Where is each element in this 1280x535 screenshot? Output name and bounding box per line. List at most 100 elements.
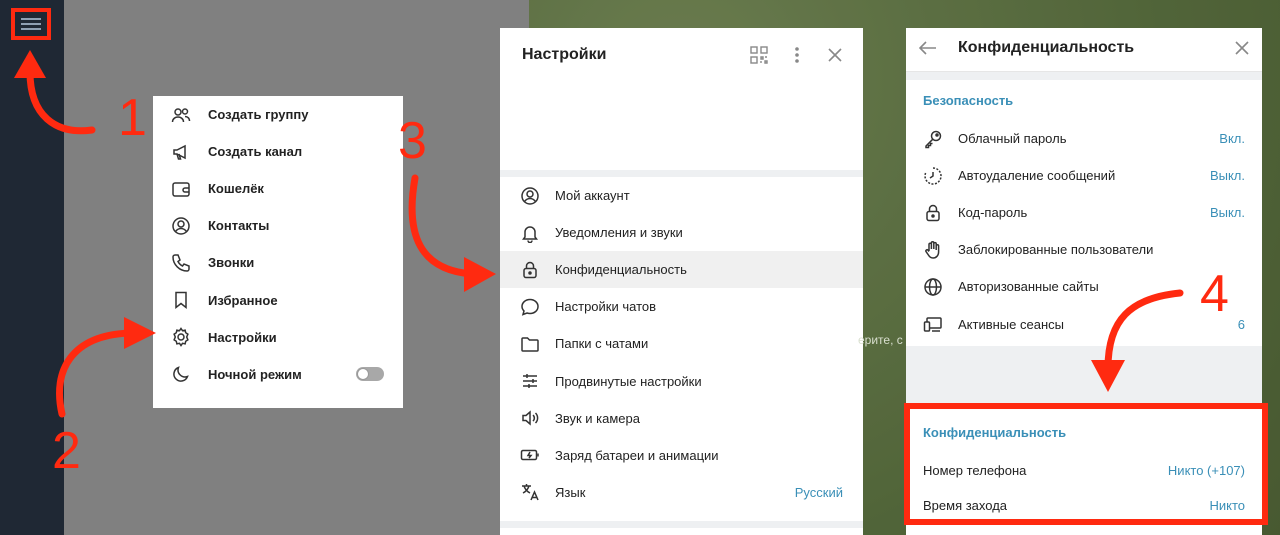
settings-item-label: Настройки чатов bbox=[555, 299, 657, 315]
menu-item-label: Избранное bbox=[208, 292, 278, 308]
megaphone-icon bbox=[171, 142, 191, 162]
timer-icon bbox=[923, 166, 943, 186]
qr-code-icon[interactable] bbox=[749, 45, 769, 65]
settings-item-language[interactable]: Язык Русский bbox=[500, 474, 863, 511]
menu-item-label: Создать канал bbox=[208, 144, 303, 160]
security-item-label: Авторизованные сайты bbox=[958, 279, 1099, 295]
hamburger-menu-button[interactable] bbox=[11, 8, 51, 40]
annotation-number-3: 3 bbox=[398, 112, 427, 170]
night-mode-toggle[interactable] bbox=[356, 367, 384, 382]
close-icon[interactable] bbox=[825, 45, 845, 65]
settings-panel: Настройки Мой аккаунт Уведомления и звук… bbox=[500, 28, 863, 535]
security-item-label: Заблокированные пользователи bbox=[958, 242, 1154, 258]
privacy-section: Конфиденциальность Номер телефона Никто … bbox=[906, 406, 1262, 535]
settings-item-label: Мой аккаунт bbox=[555, 188, 630, 204]
security-section-label: Безопасность bbox=[923, 92, 1014, 108]
security-item-passcode[interactable]: Код-пароль Выкл. bbox=[906, 194, 1262, 231]
language-value: Русский bbox=[794, 484, 843, 500]
privacy-item-label: Номер телефона bbox=[923, 463, 1027, 478]
annotation-number-2: 2 bbox=[52, 422, 81, 480]
hamburger-icon bbox=[21, 18, 41, 30]
privacy-item-last-seen[interactable]: Время захода Никто bbox=[906, 488, 1262, 523]
chat-bubble-icon bbox=[520, 297, 540, 317]
battery-icon bbox=[520, 445, 540, 465]
security-item-blocked-users[interactable]: Заблокированные пользователи bbox=[906, 231, 1262, 268]
security-item-value: Выкл. bbox=[1209, 168, 1245, 184]
menu-item-create-group[interactable]: Создать группу bbox=[153, 96, 403, 133]
menu-item-settings[interactable]: Настройки bbox=[153, 319, 403, 356]
translate-icon bbox=[520, 482, 540, 502]
settings-title: Настройки bbox=[522, 46, 607, 63]
chat-hint-text: ерите, с bbox=[858, 333, 903, 347]
main-menu: Создать группу Создать канал Кошелёк Кон… bbox=[153, 96, 403, 408]
menu-item-night-mode[interactable]: Ночной режим bbox=[153, 356, 403, 393]
security-item-value: Вкл. bbox=[1219, 131, 1245, 147]
lock-icon bbox=[923, 203, 943, 223]
security-item-label: Код-пароль bbox=[958, 205, 1028, 221]
security-item-value: Выкл. bbox=[1209, 205, 1245, 221]
settings-item-label: Продвинутые настройки bbox=[555, 373, 702, 389]
settings-item-label: Язык bbox=[555, 484, 586, 500]
sliders-icon bbox=[520, 371, 540, 391]
menu-item-create-channel[interactable]: Создать канал bbox=[153, 133, 403, 170]
more-options-icon[interactable] bbox=[787, 45, 807, 65]
moon-icon bbox=[171, 364, 191, 384]
settings-item-label: Конфиденциальность bbox=[555, 262, 687, 278]
privacy-item-value: Никто bbox=[1209, 498, 1245, 513]
close-icon[interactable] bbox=[1232, 38, 1252, 58]
settings-item-label: Уведомления и звуки bbox=[555, 225, 683, 241]
hand-icon bbox=[923, 240, 943, 260]
menu-item-label: Кошелёк bbox=[208, 181, 264, 197]
settings-item-folders[interactable]: Папки с чатами bbox=[500, 325, 863, 362]
security-item-cloud-password[interactable]: Облачный пароль Вкл. bbox=[906, 120, 1262, 157]
gear-icon bbox=[171, 327, 191, 347]
settings-list: Мой аккаунт Уведомления и звуки Конфиден… bbox=[500, 177, 863, 521]
settings-item-label: Папки с чатами bbox=[555, 336, 649, 352]
privacy-section-label: Конфиденциальность bbox=[923, 425, 1067, 440]
key-icon bbox=[923, 129, 943, 149]
settings-item-chat-settings[interactable]: Настройки чатов bbox=[500, 288, 863, 325]
privacy-title: Конфиденциальность bbox=[958, 39, 1135, 56]
settings-item-notifications[interactable]: Уведомления и звуки bbox=[500, 214, 863, 251]
menu-item-calls[interactable]: Звонки bbox=[153, 244, 403, 281]
account-icon bbox=[520, 186, 540, 206]
contact-icon bbox=[171, 216, 191, 236]
settings-item-label: Заряд батареи и анимации bbox=[555, 447, 719, 463]
settings-item-sound-camera[interactable]: Звук и камера bbox=[500, 400, 863, 437]
settings-footer bbox=[500, 528, 863, 535]
menu-item-label: Создать группу bbox=[208, 107, 309, 123]
menu-item-label: Ночной режим bbox=[208, 366, 302, 382]
settings-header: Настройки bbox=[500, 28, 863, 170]
menu-item-label: Контакты bbox=[208, 218, 270, 234]
security-item-value: 6 bbox=[1237, 316, 1245, 332]
speaker-icon bbox=[520, 408, 540, 428]
security-item-label: Автоудаление сообщений bbox=[958, 168, 1116, 184]
privacy-item-phone-number[interactable]: Номер телефона Никто (+107) bbox=[906, 453, 1262, 488]
annotation-number-1: 1 bbox=[118, 89, 147, 147]
group-icon bbox=[171, 105, 191, 125]
annotation-number-4: 4 bbox=[1200, 265, 1229, 323]
menu-item-contacts[interactable]: Контакты bbox=[153, 207, 403, 244]
settings-item-label: Звук и камера bbox=[555, 410, 640, 426]
folder-icon bbox=[520, 334, 540, 354]
globe-icon bbox=[923, 277, 943, 297]
security-item-auto-delete[interactable]: Автоудаление сообщений Выкл. bbox=[906, 157, 1262, 194]
phone-icon bbox=[171, 253, 191, 273]
settings-item-my-account[interactable]: Мой аккаунт bbox=[500, 177, 863, 214]
menu-item-wallet[interactable]: Кошелёк bbox=[153, 170, 403, 207]
settings-item-advanced[interactable]: Продвинутые настройки bbox=[500, 362, 863, 399]
security-item-label: Активные сеансы bbox=[958, 316, 1064, 332]
back-arrow-icon[interactable] bbox=[918, 38, 938, 58]
menu-item-label: Звонки bbox=[208, 255, 255, 271]
bell-icon bbox=[520, 223, 540, 243]
settings-item-battery[interactable]: Заряд батареи и анимации bbox=[500, 437, 863, 474]
privacy-item-label: Время захода bbox=[923, 498, 1008, 513]
devices-icon bbox=[923, 314, 943, 334]
settings-item-privacy[interactable]: Конфиденциальность bbox=[500, 251, 863, 289]
bookmark-icon bbox=[171, 290, 191, 310]
privacy-item-value: Никто (+107) bbox=[1167, 463, 1245, 478]
privacy-header: Конфиденциальность bbox=[906, 28, 1262, 72]
wallet-icon bbox=[171, 179, 191, 199]
menu-item-label: Настройки bbox=[208, 329, 277, 345]
menu-item-saved[interactable]: Избранное bbox=[153, 281, 403, 318]
